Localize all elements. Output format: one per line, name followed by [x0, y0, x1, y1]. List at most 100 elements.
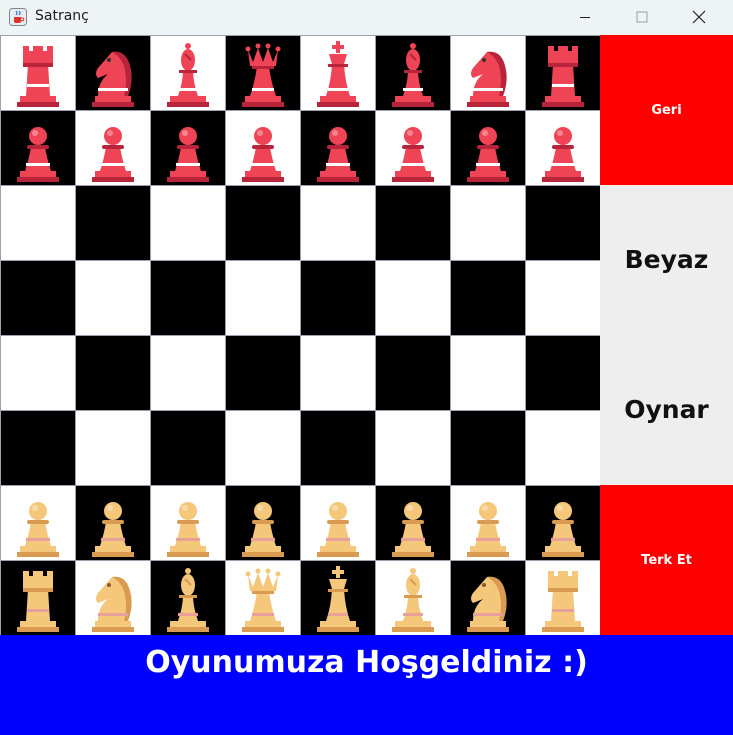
board-square[interactable]	[375, 335, 451, 411]
board-square[interactable]	[0, 35, 76, 111]
gold-pawn-icon[interactable]	[1, 486, 75, 560]
board-square[interactable]	[375, 35, 451, 111]
red-pawn-icon[interactable]	[1, 111, 75, 185]
board-square[interactable]	[75, 410, 151, 486]
red-bishop-icon[interactable]	[151, 36, 225, 110]
board-square[interactable]	[225, 260, 301, 336]
red-knight-icon[interactable]	[451, 36, 525, 110]
board-square[interactable]	[450, 35, 526, 111]
board-square[interactable]	[375, 485, 451, 561]
gold-king-icon[interactable]	[301, 561, 375, 635]
gold-rook-icon[interactable]	[526, 561, 600, 635]
board-square[interactable]	[0, 260, 76, 336]
gold-pawn-icon[interactable]	[226, 486, 300, 560]
board-square[interactable]	[0, 410, 76, 486]
board-square[interactable]	[375, 410, 451, 486]
board-square[interactable]	[525, 110, 601, 186]
board-square[interactable]	[75, 335, 151, 411]
board-square[interactable]	[525, 260, 601, 336]
board-square[interactable]	[525, 485, 601, 561]
board-square[interactable]	[300, 185, 376, 261]
gold-pawn-icon[interactable]	[376, 486, 450, 560]
board-square[interactable]	[150, 185, 226, 261]
gold-queen-icon[interactable]	[226, 561, 300, 635]
board-square[interactable]	[150, 35, 226, 111]
board-square[interactable]	[225, 335, 301, 411]
board-square[interactable]	[375, 260, 451, 336]
red-rook-icon[interactable]	[526, 36, 600, 110]
board-square[interactable]	[300, 560, 376, 636]
board-square[interactable]	[450, 185, 526, 261]
back-button[interactable]: Geri	[600, 35, 733, 185]
gold-knight-icon[interactable]	[76, 561, 150, 635]
gold-pawn-icon[interactable]	[301, 486, 375, 560]
red-pawn-icon[interactable]	[376, 111, 450, 185]
red-pawn-icon[interactable]	[151, 111, 225, 185]
gold-rook-icon[interactable]	[1, 561, 75, 635]
board-square[interactable]	[225, 410, 301, 486]
board-square[interactable]	[450, 485, 526, 561]
board-square[interactable]	[75, 560, 151, 636]
board-square[interactable]	[75, 485, 151, 561]
board-square[interactable]	[150, 260, 226, 336]
red-pawn-icon[interactable]	[226, 111, 300, 185]
gold-pawn-icon[interactable]	[76, 486, 150, 560]
board-square[interactable]	[450, 110, 526, 186]
gold-pawn-icon[interactable]	[151, 486, 225, 560]
board-square[interactable]	[300, 260, 376, 336]
board-square[interactable]	[0, 110, 76, 186]
board-square[interactable]	[225, 110, 301, 186]
gold-bishop-icon[interactable]	[376, 561, 450, 635]
board-square[interactable]	[150, 485, 226, 561]
close-button[interactable]	[676, 0, 722, 35]
board-square[interactable]	[0, 185, 76, 261]
board-square[interactable]	[150, 335, 226, 411]
board-square[interactable]	[150, 410, 226, 486]
red-queen-icon[interactable]	[226, 36, 300, 110]
board-square[interactable]	[525, 410, 601, 486]
board-square[interactable]	[375, 110, 451, 186]
board-square[interactable]	[525, 185, 601, 261]
board-square[interactable]	[450, 335, 526, 411]
board-square[interactable]	[225, 560, 301, 636]
board-square[interactable]	[300, 35, 376, 111]
resign-button[interactable]: Terk Et	[600, 485, 733, 635]
red-king-icon[interactable]	[301, 36, 375, 110]
board-square[interactable]	[75, 35, 151, 111]
board-square[interactable]	[450, 260, 526, 336]
board-square[interactable]	[150, 560, 226, 636]
board-square[interactable]	[225, 35, 301, 111]
gold-bishop-icon[interactable]	[151, 561, 225, 635]
board-square[interactable]	[300, 335, 376, 411]
board-square[interactable]	[225, 485, 301, 561]
board-square[interactable]	[300, 110, 376, 186]
board-square[interactable]	[75, 110, 151, 186]
red-pawn-icon[interactable]	[301, 111, 375, 185]
maximize-button[interactable]	[619, 0, 665, 35]
board-square[interactable]	[375, 185, 451, 261]
board-square[interactable]	[75, 185, 151, 261]
red-bishop-icon[interactable]	[376, 36, 450, 110]
board-square[interactable]	[450, 560, 526, 636]
red-pawn-icon[interactable]	[451, 111, 525, 185]
board-square[interactable]	[0, 485, 76, 561]
board-square[interactable]	[0, 335, 76, 411]
board-square[interactable]	[150, 110, 226, 186]
gold-pawn-icon[interactable]	[451, 486, 525, 560]
red-pawn-icon[interactable]	[76, 111, 150, 185]
board-square[interactable]	[525, 335, 601, 411]
gold-knight-icon[interactable]	[451, 561, 525, 635]
board-square[interactable]	[300, 410, 376, 486]
board-square[interactable]	[225, 185, 301, 261]
board-square[interactable]	[525, 35, 601, 111]
red-rook-icon[interactable]	[1, 36, 75, 110]
board-square[interactable]	[525, 560, 601, 636]
board-square[interactable]	[300, 485, 376, 561]
gold-pawn-icon[interactable]	[526, 486, 600, 560]
board-square[interactable]	[75, 260, 151, 336]
board-square[interactable]	[0, 560, 76, 636]
board-square[interactable]	[375, 560, 451, 636]
red-knight-icon[interactable]	[76, 36, 150, 110]
minimize-button[interactable]	[562, 0, 608, 35]
board-square[interactable]	[450, 410, 526, 486]
